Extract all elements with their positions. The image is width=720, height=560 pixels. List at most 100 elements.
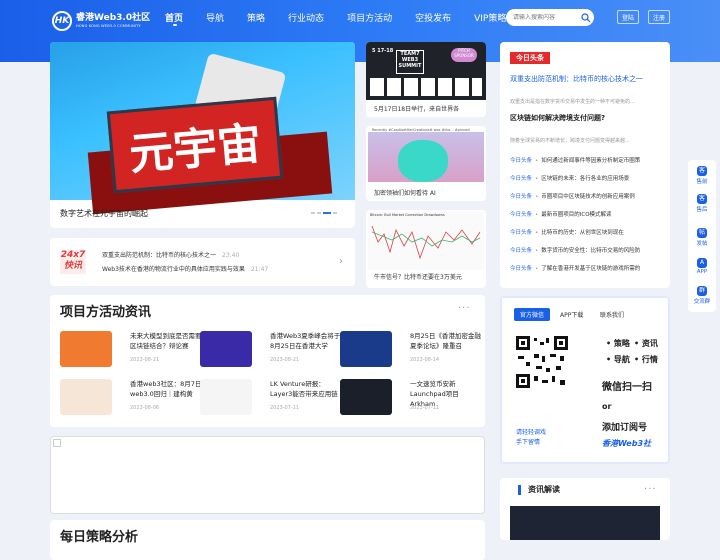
search-input[interactable] bbox=[513, 14, 577, 21]
post-icon: 帖 bbox=[697, 228, 707, 238]
qr-bullet: • 策略 bbox=[606, 339, 630, 348]
qr-code-image bbox=[516, 336, 568, 388]
hero-image[interactable]: 元宇宙 bbox=[50, 42, 355, 215]
carousel-dot[interactable] bbox=[333, 212, 337, 214]
more-button[interactable]: ··· bbox=[458, 303, 471, 314]
project-thumbnail bbox=[60, 379, 112, 415]
project-item[interactable]: 8月25日《香港加密金融夏季论坛》隆重召 2023-08-14 bbox=[340, 331, 481, 371]
nav-strategy[interactable]: 策略 bbox=[247, 11, 265, 24]
qr-bullet: • 资讯 bbox=[634, 339, 658, 348]
hero-title[interactable]: 数字艺术在元宇宙的崛起 bbox=[60, 208, 148, 219]
news-list-item[interactable]: 今日头条 • 币圈项目中区块链技术的创新应用案例 bbox=[510, 188, 665, 206]
more-button[interactable]: ··· bbox=[644, 484, 657, 495]
daily-strategy-section: 每日策略分析 bbox=[50, 520, 485, 560]
hero-sign: 元宇宙 bbox=[106, 96, 284, 194]
qr-bullet: • 行情 bbox=[634, 355, 658, 364]
flash-news-item[interactable]: 双重支出防范机制：比特币的核心技术之一 23:40 bbox=[102, 250, 239, 259]
project-item[interactable]: 香港web3社区：8月7日web3.0回归｜建构黄 2023-08-06 bbox=[60, 379, 201, 419]
ai-image bbox=[368, 132, 484, 182]
presale-service-button[interactable]: 客售前 bbox=[688, 166, 716, 185]
project-thumbnail bbox=[340, 331, 392, 367]
news-list-item[interactable]: 今日头条 • 了解在香港开发基于区块链的游戏所需的 bbox=[510, 260, 665, 278]
nav-airdrop[interactable]: 空投发布 bbox=[415, 11, 451, 24]
side-card-caption[interactable]: 加密领袖们如何看待 AI bbox=[374, 188, 436, 197]
aftersale-service-button[interactable]: 客售后 bbox=[688, 194, 716, 213]
tab-app-download[interactable]: APP下载 bbox=[554, 308, 589, 321]
side-card[interactable]: 5 17-18 TEAM7 WEB3 SUMMIT PITCH SPONSOR … bbox=[366, 42, 486, 117]
group-button[interactable]: 群交流群 bbox=[688, 286, 716, 305]
hero-carousel[interactable]: 元宇宙 数字艺术在元宇宙的崛起 bbox=[50, 42, 355, 228]
chart-image: Bitcoin: Bull Market Correction Drawdown… bbox=[368, 212, 484, 270]
app-icon: A bbox=[697, 258, 707, 268]
project-item[interactable]: 未来大模型到底是否需要区块链结合？辩论赛 2023-08-21 bbox=[60, 331, 202, 371]
project-item[interactable]: 香港Web3夏季峰会将于8月25日在香港大学 2023-08-21 bbox=[200, 331, 340, 371]
search-icon[interactable] bbox=[581, 12, 591, 23]
customer-service-icon: 客 bbox=[697, 194, 707, 204]
news-list-item[interactable]: 今日头条 • 比特币的历史：从创世区块到现在 bbox=[510, 224, 665, 242]
app-button[interactable]: A APP bbox=[688, 258, 716, 275]
logo-text: 睿港Web3.0社区 bbox=[76, 13, 151, 23]
qr-caption: 请轻轻调戏 手下留情 bbox=[516, 429, 547, 446]
flash-news: 24x7 快讯 双重支出防范机制：比特币的核心技术之一 23:40 Web3技术在香… bbox=[50, 238, 355, 286]
side-card[interactable]: Bitcoin: Bull Market Correction Drawdown… bbox=[366, 210, 486, 288]
chevron-right-icon[interactable]: › bbox=[339, 256, 343, 267]
side-card-caption[interactable]: 牛市信号？比特币还要在3万美元 bbox=[374, 272, 462, 281]
main-nav: 首页 导航 策略 行业动态 项目方活动 空投发布 VIP策略 bbox=[165, 11, 529, 24]
scan-text: 微信扫一扫 bbox=[602, 382, 652, 393]
project-item[interactable]: 一文速览币安新Launchpad项目Arkham 2023-07-11 bbox=[340, 379, 475, 419]
follow-us-panel: 官方微信 APP下载 联系我们 • 策略 • 资讯 • 导航 • 行情 微信扫一… bbox=[500, 296, 670, 464]
qr-icon: 群 bbox=[697, 286, 707, 296]
headline-summary: 随着全球贸易的不断增长，跨境支付问题变得越来越... bbox=[510, 138, 630, 144]
tab-wechat[interactable]: 官方微信 bbox=[514, 308, 551, 321]
news-list-item[interactable]: 今日头条 • 区块链的未来：各行各业的应用场景 bbox=[510, 170, 665, 188]
project-events-section: 项目方活动资讯 ··· 未来大模型到底是否需要区块链结合？辩论赛 2023-08-… bbox=[50, 295, 485, 427]
project-thumbnail bbox=[340, 379, 392, 415]
carousel-dot[interactable] bbox=[311, 212, 315, 214]
floating-sidebar: 客售前 客售后 帖发帖 A APP 群交流群 bbox=[688, 160, 716, 312]
carousel-dot-active[interactable] bbox=[323, 212, 331, 214]
nav-industry-news[interactable]: 行业动态 bbox=[288, 11, 324, 24]
headline-title[interactable]: 双重支出防范机制：比特币的核心技术之一 bbox=[510, 74, 643, 84]
register-button[interactable]: 注册 bbox=[648, 10, 670, 24]
project-thumbnail bbox=[60, 331, 112, 367]
section-title: 资讯解读 bbox=[528, 485, 560, 494]
headline-title[interactable]: 区块链如何解决跨境支付问题? bbox=[510, 113, 605, 123]
side-card-caption[interactable]: 5月17日18日举行，来自世界各 bbox=[374, 104, 459, 113]
nav-vip-strategy[interactable]: VIP策略 bbox=[474, 11, 506, 24]
logo-subtext: HONG KONG WEB3.0 COMMUNITY bbox=[76, 24, 141, 28]
logo-mark: HK bbox=[52, 11, 72, 31]
carousel-dot[interactable] bbox=[317, 212, 321, 214]
flash-news-logo: 24x7 快讯 bbox=[60, 250, 86, 274]
project-thumbnail bbox=[200, 331, 252, 367]
or-text: or bbox=[602, 402, 612, 411]
section-title: 项目方活动资讯 bbox=[60, 305, 152, 320]
news-list-item[interactable]: 今日头条 • 如何通过新闻事件等因素分析制定币圈策 bbox=[510, 152, 665, 170]
side-card[interactable]: Recently #CanAIsetHerCreations# was #the… bbox=[366, 126, 486, 201]
news-list-item[interactable]: 今日头条 • 数字货币的安全性：比特币交易的风险防 bbox=[510, 242, 665, 260]
subscribe-text: 添加订阅号 bbox=[602, 423, 648, 433]
insight-section: 资讯解读 ··· bbox=[500, 478, 670, 540]
headline-news: 今日头条 双重支出防范机制：比特币的核心技术之一 双重支出是指在数字货币交易中发… bbox=[500, 42, 670, 288]
ad-banner[interactable] bbox=[50, 436, 485, 514]
section-title: 每日策略分析 bbox=[60, 530, 139, 545]
nav-project-events[interactable]: 项目方活动 bbox=[347, 11, 392, 24]
site-logo[interactable]: HK 睿港Web3.0社区 HONG KONG WEB3.0 COMMUNITY bbox=[52, 9, 150, 33]
summit-image: 5 17-18 TEAM7 WEB3 SUMMIT PITCH SPONSOR bbox=[366, 42, 486, 100]
nav-directory[interactable]: 导航 bbox=[206, 11, 224, 24]
project-thumbnail bbox=[200, 379, 252, 415]
nav-active-indicator bbox=[173, 24, 177, 26]
login-button[interactable]: 登陆 bbox=[617, 10, 639, 24]
nav-home[interactable]: 首页 bbox=[165, 11, 183, 24]
carousel-dots bbox=[311, 212, 339, 214]
headline-summary: 双重支出是指在数字货币交易中发生的一种不可避免的... bbox=[510, 99, 635, 105]
broken-image-icon bbox=[53, 439, 61, 447]
insight-image[interactable] bbox=[510, 506, 660, 540]
project-item[interactable]: LK Venture研报：Layer3能否带来应用链 2023-07-11 bbox=[200, 379, 338, 419]
post-button[interactable]: 帖发帖 bbox=[688, 228, 716, 247]
tab-contact[interactable]: 联系我们 bbox=[594, 308, 630, 321]
news-list-item[interactable]: 今日头条 • 最新币圈项目的ICO模式解读 bbox=[510, 206, 665, 224]
qr-bullet: • 导航 bbox=[606, 355, 630, 364]
brand-text: 香港Web3社 bbox=[602, 439, 652, 448]
flash-news-item[interactable]: Web3技术在香港的物流行业中的具体应用实践与效果 21:47 bbox=[102, 264, 268, 273]
search-box bbox=[506, 9, 594, 26]
